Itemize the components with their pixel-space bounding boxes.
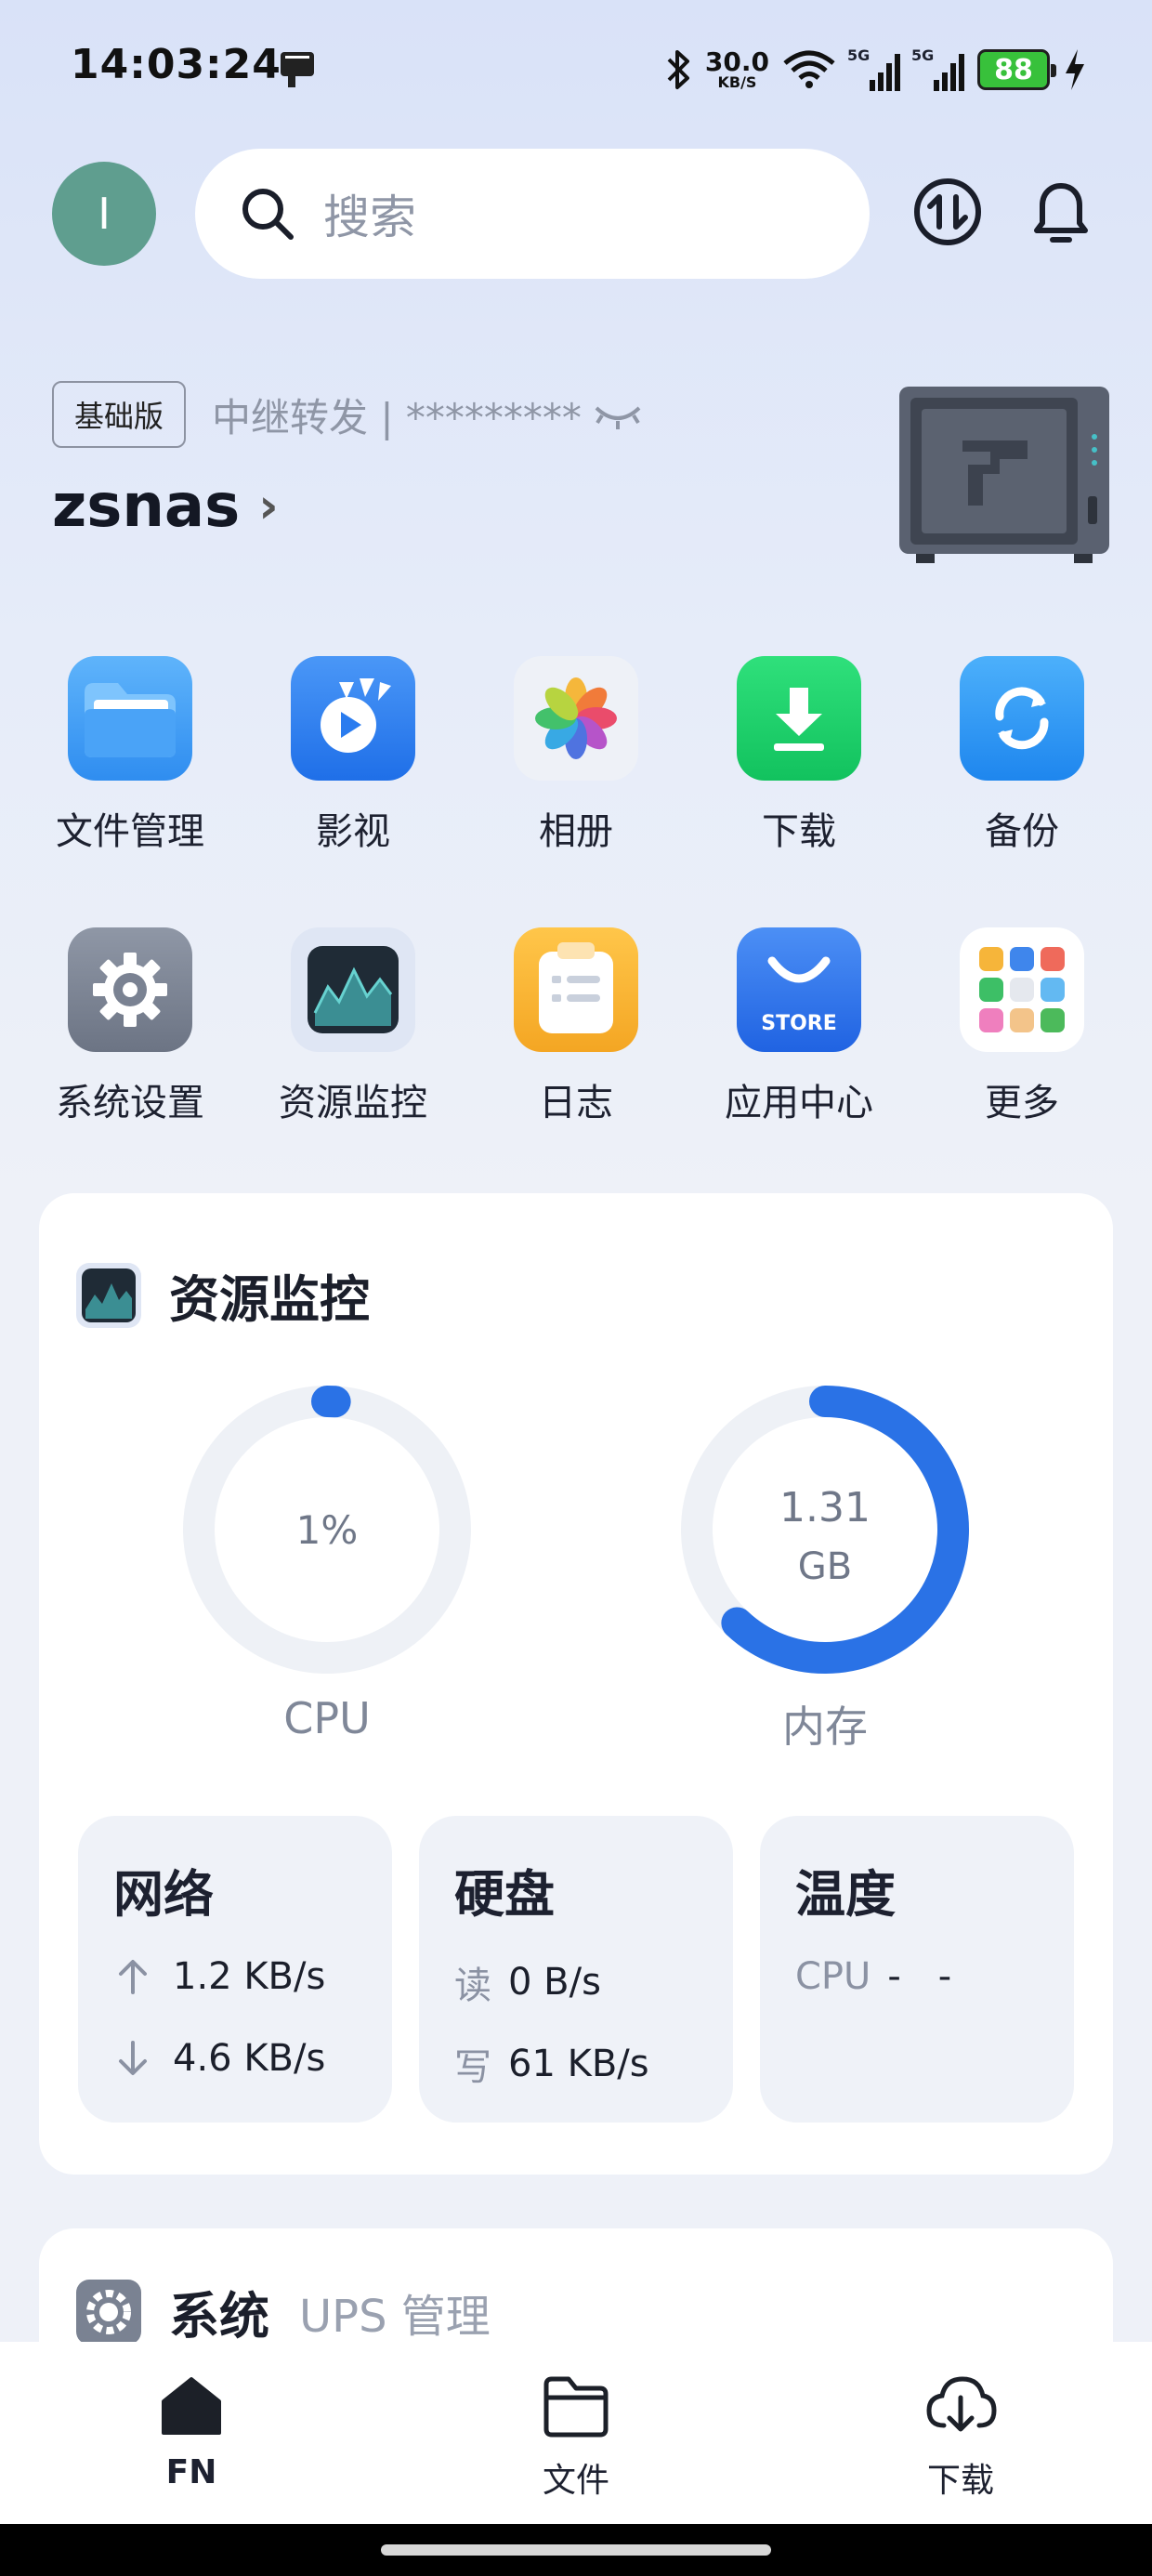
resource-monitor-header: 资源监控 <box>39 1258 370 1332</box>
folder-icon <box>68 656 192 781</box>
memory-value: 1.31 GB <box>779 1484 871 1588</box>
notification-app-icon <box>281 52 314 87</box>
temperature-title: 温度 <box>795 1865 896 1924</box>
log-icon <box>514 927 638 1052</box>
status-bar: 14:03:24 30.0 KB/S 5G 5G 88 <box>0 0 1152 139</box>
app-download[interactable]: 下载 <box>697 656 901 855</box>
monitor-icon <box>76 1262 141 1328</box>
photos-icon <box>514 656 638 781</box>
disk-title: 硬盘 <box>454 1865 555 1924</box>
home-icon <box>162 2377 221 2435</box>
nav-fn[interactable]: FN <box>98 2368 284 2491</box>
battery-indicator: 88 <box>977 49 1056 90</box>
search-icon <box>242 189 294 240</box>
app-resource-monitor[interactable]: 资源监控 <box>251 927 455 1126</box>
signal-icon-1: 5G <box>847 46 900 91</box>
nav-files[interactable]: 文件 <box>483 2368 669 2502</box>
app-video[interactable]: 影视 <box>251 656 455 855</box>
app-backup[interactable]: 备份 <box>920 656 1124 855</box>
system-title: 系统 <box>169 2287 269 2346</box>
app-more[interactable]: 更多 <box>920 927 1124 1126</box>
tab-ups[interactable]: UPS 管理 <box>299 2280 491 2345</box>
store-icon: STORE <box>737 927 861 1052</box>
disk-read: 读0 B/s <box>454 1961 601 2007</box>
device-name[interactable]: zsnas › <box>52 472 279 541</box>
more-apps-icon <box>960 927 1084 1052</box>
disk-stat-tile[interactable]: 硬盘 读0 B/s 写 61 KB/s <box>419 1816 733 2123</box>
monitor-icon <box>291 927 415 1052</box>
home-indicator[interactable] <box>381 2544 771 2556</box>
system-header: 系统 UPS 管理 <box>39 2275 491 2348</box>
memory-label: 内存 <box>782 1702 868 1752</box>
search-input[interactable]: 搜索 <box>195 149 870 279</box>
edition-badge: 基础版 <box>52 381 186 448</box>
network-title: 网络 <box>113 1865 214 1924</box>
arrow-up-icon <box>119 1960 147 1994</box>
folder-outline-icon <box>543 2376 609 2438</box>
backup-icon <box>960 656 1084 781</box>
status-time: 14:03:24 <box>71 41 281 88</box>
bluetooth-icon <box>667 50 689 89</box>
connection-status: 中继转发 | ********* <box>212 387 643 443</box>
charging-icon <box>1066 49 1084 90</box>
app-system-settings[interactable]: 系统设置 <box>28 927 232 1126</box>
disk-write: 写 61 KB/s <box>454 2043 649 2089</box>
avatar[interactable]: I <box>52 162 156 266</box>
eye-closed-icon[interactable] <box>593 399 643 432</box>
temperature-stat-tile[interactable]: 温度 CPU - - <box>760 1816 1074 2123</box>
cpu-value: 1% <box>295 1507 359 1553</box>
signal-icon-2: 5G <box>911 46 964 91</box>
transfer-icon[interactable] <box>910 175 985 249</box>
bell-icon[interactable] <box>1024 175 1098 249</box>
nav-download[interactable]: 下载 <box>868 2368 1054 2502</box>
network-download: 4.6 KB/s <box>113 2037 325 2080</box>
bottom-navigation: FN 文件 下载 <box>0 2342 1152 2524</box>
cloud-download-icon <box>926 2376 997 2432</box>
download-icon <box>737 656 861 781</box>
network-stat-tile[interactable]: 网络 1.2 KB/s 4.6 KB/s <box>78 1816 392 2123</box>
app-log[interactable]: 日志 <box>474 927 678 1126</box>
app-file-manager[interactable]: 文件管理 <box>28 656 232 855</box>
resource-monitor-title: 资源监控 <box>169 1270 370 1329</box>
app-photos[interactable]: 相册 <box>474 656 678 855</box>
network-speed: 30.0 KB/S <box>704 46 769 91</box>
video-icon <box>291 656 415 781</box>
nas-device-image <box>899 387 1109 563</box>
settings-icon <box>68 927 192 1052</box>
app-store[interactable]: STORE 应用中心 <box>697 927 901 1126</box>
search-placeholder: 搜索 <box>323 191 416 244</box>
cpu-label: CPU <box>283 1693 371 1743</box>
store-icon-text: STORE <box>761 1012 837 1035</box>
temperature-cpu: CPU - - <box>795 1955 952 1998</box>
arrow-down-icon <box>119 2041 147 2075</box>
wifi-icon <box>783 50 835 88</box>
settings-icon <box>76 2279 141 2345</box>
chevron-right-icon: › <box>258 479 279 534</box>
network-upload: 1.2 KB/s <box>113 1955 325 1998</box>
